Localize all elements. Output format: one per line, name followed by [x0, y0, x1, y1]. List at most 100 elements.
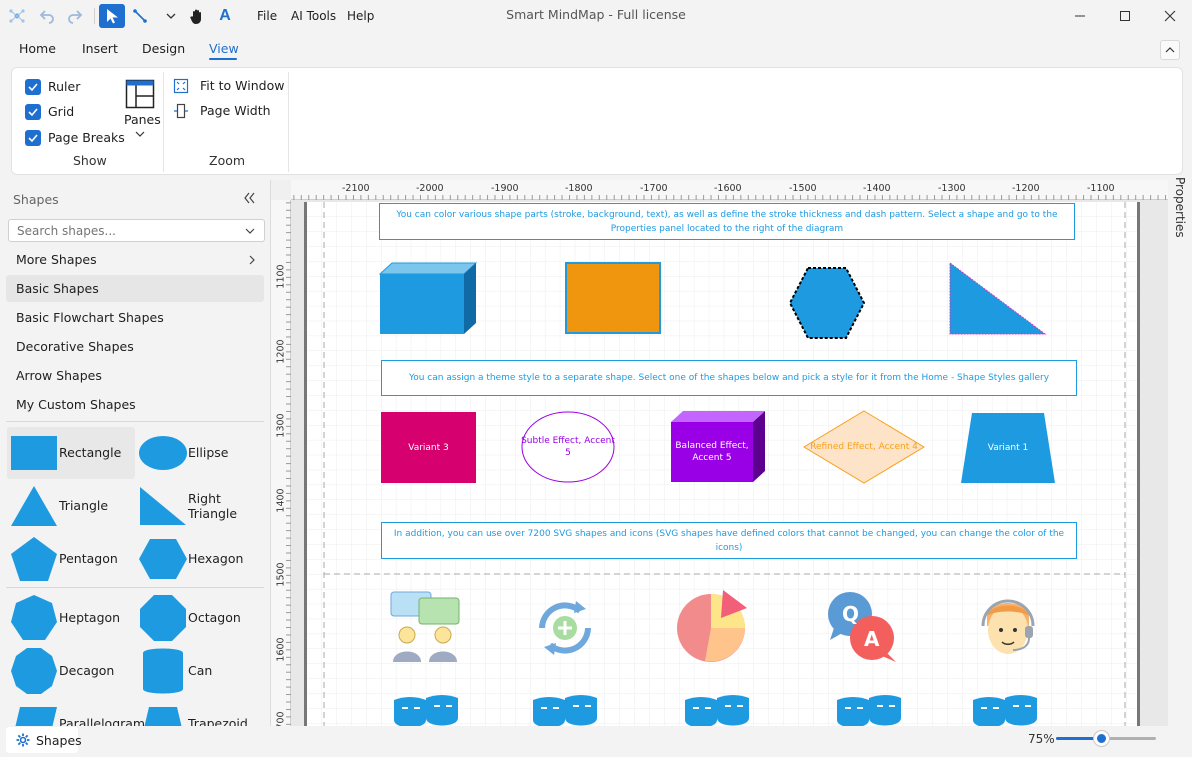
shape-octagon[interactable]: Octagon: [136, 592, 264, 644]
ruler-label: -1500: [789, 183, 817, 194]
tab-insert[interactable]: Insert: [82, 41, 118, 56]
pointer-tool-button[interactable]: [99, 4, 125, 28]
category-my-custom-shapes[interactable]: My Custom Shapes: [6, 391, 264, 418]
category-decorative-shapes[interactable]: Decorative Shapes: [6, 333, 264, 360]
theater-masks-icon[interactable]: [529, 694, 601, 726]
connector-tool-button[interactable]: [127, 4, 153, 28]
text-tool-button[interactable]: A: [212, 4, 238, 28]
collapse-panel-button[interactable]: [242, 191, 260, 207]
panes-button[interactable]: Panes: [120, 74, 161, 144]
close-button[interactable]: [1147, 0, 1192, 32]
search-shapes-input[interactable]: [8, 219, 265, 242]
more-shapes-item[interactable]: More Shapes: [6, 246, 264, 273]
info-note-svg-shapes[interactable]: In addition, you can use over 7200 SVG s…: [381, 522, 1077, 559]
theater-masks-icon[interactable]: [833, 694, 905, 726]
category-basic-shapes[interactable]: Basic Shapes: [6, 275, 264, 302]
info-note-theme-style[interactable]: You can assign a theme style to a separa…: [381, 360, 1077, 396]
pie-chart-icon[interactable]: [675, 588, 749, 664]
ruler-checkbox[interactable]: [25, 79, 41, 95]
support-agent-icon[interactable]: [973, 590, 1043, 664]
shape-label: Can: [188, 663, 213, 678]
shape-rectangle-orange[interactable]: [565, 262, 661, 334]
shape-hexagon-dotted[interactable]: [788, 266, 866, 340]
panes-icon: [125, 79, 155, 109]
menu-file[interactable]: File: [257, 9, 277, 23]
chat-people-icon[interactable]: [387, 590, 463, 664]
shape-ellipse[interactable]: Ellipse: [136, 427, 264, 479]
shapes-tab-button[interactable]: Shapes: [6, 727, 82, 753]
ruler-label: 1100: [275, 264, 287, 289]
shape-label: Hexagon: [188, 551, 244, 566]
minimize-icon: [1075, 15, 1085, 17]
shape-trapezoid[interactable]: Trapezoid: [136, 698, 264, 726]
ruler-label[interactable]: Ruler: [48, 79, 80, 94]
undo-icon[interactable]: [34, 4, 60, 28]
pointer-icon: [107, 9, 118, 24]
ruler-label: 1500: [275, 562, 287, 587]
properties-panel-tab[interactable]: Properties: [1168, 177, 1192, 726]
gear-icon: [16, 733, 30, 747]
title-bar: A File AI Tools Help Smart MindMap - Ful…: [0, 0, 1192, 32]
zoom-slider[interactable]: [1056, 731, 1156, 746]
properties-tab-label[interactable]: Properties: [1173, 177, 1187, 245]
diagram-canvas[interactable]: -2100 -2000 -1900 -1800 -1700 -1600 -150…: [271, 180, 1168, 726]
active-tab-indicator: [209, 58, 237, 60]
shape-hexagon[interactable]: Hexagon: [136, 533, 264, 585]
menu-help[interactable]: Help: [347, 9, 374, 23]
ruler-label: 1400: [275, 488, 287, 513]
category-basic-flowchart-shapes[interactable]: Basic Flowchart Shapes: [6, 304, 264, 331]
theater-masks-icon[interactable]: [969, 694, 1041, 726]
minimize-button[interactable]: [1057, 0, 1103, 32]
text-a-icon: A: [219, 7, 231, 24]
tab-home[interactable]: Home: [19, 41, 56, 56]
panel-divider: [6, 421, 264, 422]
ruler-corner: [271, 180, 291, 200]
page-width-button[interactable]: Page Width: [200, 103, 271, 118]
right-triangle-icon: [140, 487, 186, 525]
grid-checkbox[interactable]: [25, 104, 41, 120]
ellipse-icon: [139, 436, 187, 470]
shape-label: Parallelogram: [59, 716, 146, 726]
tab-view[interactable]: View: [209, 41, 239, 56]
fit-to-window-button[interactable]: Fit to Window: [200, 78, 284, 93]
chevron-down-icon: [135, 131, 145, 137]
shape-can[interactable]: Can: [136, 645, 264, 697]
shape-pentagon[interactable]: Pentagon: [7, 533, 135, 585]
ruler-label: 1200: [275, 339, 287, 364]
shape-decagon[interactable]: Decagon: [7, 645, 135, 697]
redo-icon[interactable]: [62, 4, 88, 28]
theater-masks-icon[interactable]: [681, 694, 753, 726]
chevron-down-icon[interactable]: [245, 227, 255, 235]
chevron-right-icon: [249, 255, 255, 265]
ruler-label: 1300: [275, 413, 287, 438]
shape-label: Pentagon: [59, 551, 118, 566]
svg-text:A: A: [864, 627, 880, 651]
info-note-colors[interactable]: You can color various shape parts (strok…: [379, 203, 1075, 240]
question-answer-icon[interactable]: Q A: [824, 590, 900, 664]
grid-label[interactable]: Grid: [48, 104, 74, 119]
shape-heptagon[interactable]: Heptagon: [7, 592, 135, 644]
maximize-button[interactable]: [1102, 0, 1148, 32]
chevron-down-icon[interactable]: [160, 4, 182, 28]
shape-rectangle[interactable]: Rectangle: [7, 427, 135, 479]
category-arrow-shapes[interactable]: Arrow Shapes: [6, 362, 264, 389]
shape-triangle[interactable]: Triangle: [7, 480, 135, 532]
zoom-slider-thumb[interactable]: [1094, 731, 1109, 746]
ruler-label: -1400: [863, 183, 891, 194]
shape-3d-box-blue[interactable]: [379, 262, 479, 336]
shapes-tab-label: Shapes: [36, 733, 82, 748]
pan-hand-tool-button[interactable]: [184, 4, 210, 28]
shape-right-triangle[interactable]: Right Triangle: [136, 480, 264, 532]
theater-masks-icon[interactable]: [390, 694, 462, 726]
menu-ai-tools[interactable]: AI Tools: [291, 9, 336, 23]
collapse-ribbon-button[interactable]: [1160, 40, 1180, 60]
page-breaks-checkbox[interactable]: [25, 130, 41, 146]
tab-design[interactable]: Design: [142, 41, 185, 56]
toolbar-divider: [94, 8, 95, 24]
shape-parallelogram[interactable]: Parallelogram: [7, 698, 145, 726]
hand-icon: [190, 9, 201, 24]
page-breaks-label[interactable]: Page Breaks: [48, 130, 125, 145]
parallelogram-icon: [15, 707, 57, 726]
shape-right-triangle-blue[interactable]: [949, 262, 1047, 336]
refresh-add-icon[interactable]: [530, 593, 600, 663]
